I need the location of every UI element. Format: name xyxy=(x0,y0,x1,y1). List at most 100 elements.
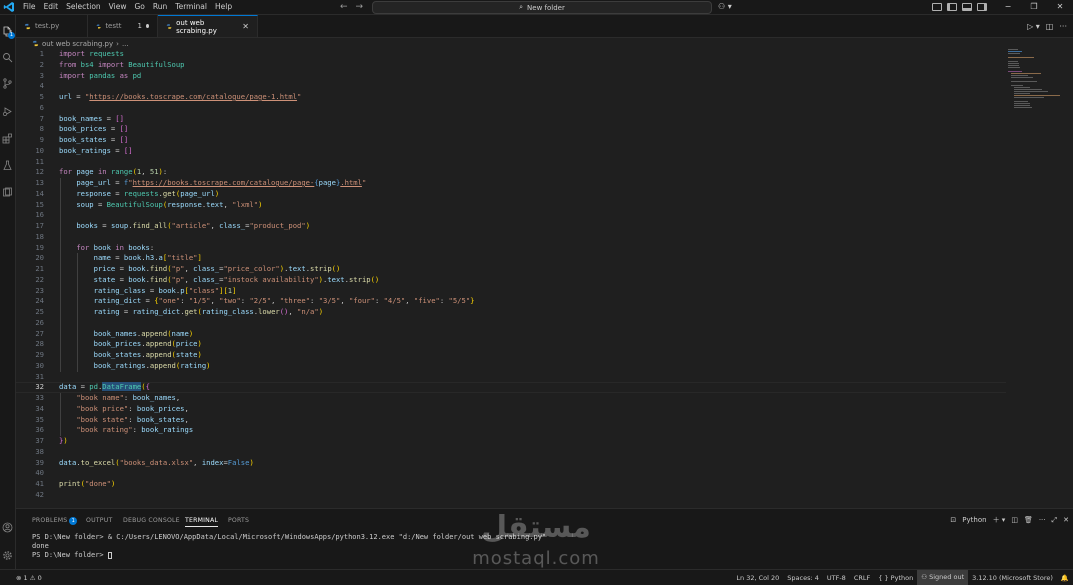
account-status[interactable]: ⚇ Signed out xyxy=(917,570,968,585)
code-line[interactable]: 2from bs4 import BeautifulSoup xyxy=(16,60,1006,71)
split-terminal-icon[interactable]: ◫ xyxy=(1011,516,1018,524)
customize-layout-icon[interactable] xyxy=(932,3,942,11)
remote-explorer-icon[interactable] xyxy=(2,187,13,198)
terminal-line[interactable]: PS D:\New folder> xyxy=(32,551,112,559)
panel-tab-output[interactable]: OUTPUT xyxy=(86,517,112,524)
terminal-kind-label[interactable]: Python xyxy=(962,516,986,524)
menu-selection[interactable]: Selection xyxy=(62,0,105,14)
code-line[interactable]: 12for page in range(1, 51): xyxy=(16,167,1006,178)
menu-edit[interactable]: Edit xyxy=(40,0,63,14)
line-ending[interactable]: CRLF xyxy=(850,574,874,582)
menu-terminal[interactable]: Terminal xyxy=(171,0,211,14)
code-line[interactable]: 4 xyxy=(16,81,1006,92)
kill-terminal-icon[interactable]: 🗑 xyxy=(1024,516,1033,524)
code-line[interactable]: 31 xyxy=(16,372,1006,383)
testing-flask-icon[interactable] xyxy=(2,160,13,171)
toggle-primary-sidebar-icon[interactable] xyxy=(947,3,957,11)
code-line[interactable]: 18 xyxy=(16,232,1006,243)
code-line[interactable]: 22 state = book.find("p", class_="instoc… xyxy=(16,275,1006,286)
tab-test-py[interactable]: test.py xyxy=(16,15,88,37)
code-line[interactable]: 23 rating_class = book.p["class"][1] xyxy=(16,286,1006,297)
code-line[interactable]: 41print("done") xyxy=(16,479,1006,490)
code-line[interactable]: 26 xyxy=(16,318,1006,329)
tab-testt[interactable]: testt 1 xyxy=(88,15,158,37)
panel-tab-ports[interactable]: PORTS xyxy=(228,517,249,524)
code-line[interactable]: 42 xyxy=(16,490,1006,501)
close-panel-icon[interactable]: ✕ xyxy=(1063,516,1069,524)
language-mode[interactable]: { } Python xyxy=(874,574,917,582)
more-actions-icon[interactable]: ··· xyxy=(1059,22,1067,31)
code-line[interactable]: 9book_states = [] xyxy=(16,135,1006,146)
accounts-icon[interactable] xyxy=(2,522,13,533)
code-line[interactable]: 33 "book name": book_names, xyxy=(16,393,1006,404)
code-line[interactable]: 7book_names = [] xyxy=(16,114,1006,125)
restore-button[interactable]: ❐ xyxy=(1021,0,1047,14)
code-line[interactable]: 19 for book in books: xyxy=(16,243,1006,254)
code-line[interactable]: 25 rating = rating_dict.get(rating_class… xyxy=(16,307,1006,318)
code-line[interactable]: 17 books = soup.find_all("article", clas… xyxy=(16,221,1006,232)
command-center-search[interactable]: ⌕ New folder xyxy=(372,1,712,14)
back-arrow-icon[interactable]: ← xyxy=(340,2,348,12)
code-line[interactable]: 14 response = requests.get(page_url) xyxy=(16,189,1006,200)
code-line[interactable]: 37}) xyxy=(16,436,1006,447)
minimap[interactable] xyxy=(1008,49,1066,109)
code-line[interactable]: 35 "book state": book_states, xyxy=(16,415,1006,426)
code-line[interactable]: 15 soup = BeautifulSoup(response.text, "… xyxy=(16,200,1006,211)
menu-go[interactable]: Go xyxy=(130,0,148,14)
extensions-icon[interactable] xyxy=(2,133,13,144)
close-window-button[interactable]: ✕ xyxy=(1047,0,1073,14)
code-line[interactable]: 5url = "https://books.toscrape.com/catal… xyxy=(16,92,1006,103)
code-line[interactable]: 32data = pd.DataFrame({ xyxy=(16,382,1006,393)
code-line[interactable]: 39data.to_excel("books_data.xlsx", index… xyxy=(16,458,1006,469)
run-debug-icon[interactable] xyxy=(2,106,13,117)
code-line[interactable]: 28 book_prices.append(price) xyxy=(16,339,1006,350)
code-line[interactable]: 16 xyxy=(16,210,1006,221)
code-line[interactable]: 20 name = book.h3.a["title"] xyxy=(16,253,1006,264)
unsaved-dot-icon[interactable] xyxy=(146,24,149,28)
code-line[interactable]: 1import requests xyxy=(16,49,1006,60)
code-line[interactable]: 30 book_ratings.append(rating) xyxy=(16,361,1006,372)
breadcrumb-symbol[interactable]: ... xyxy=(122,40,129,48)
problems-status[interactable]: ⊗ 1 ⚠ 0 xyxy=(0,574,46,582)
code-line[interactable]: 11 xyxy=(16,157,1006,168)
indentation[interactable]: Spaces: 4 xyxy=(783,574,823,582)
menu-run[interactable]: Run xyxy=(149,0,171,14)
menu-help[interactable]: Help xyxy=(211,0,236,14)
encoding[interactable]: UTF-8 xyxy=(823,574,850,582)
tab-out-web-scrabing-py[interactable]: out web scrabing.py ✕ xyxy=(158,15,258,37)
panel-tab-problems[interactable]: PROBLEMS1 xyxy=(32,517,77,525)
close-tab-icon[interactable]: ✕ xyxy=(242,22,249,31)
code-line[interactable]: 36 "book rating": book_ratings xyxy=(16,425,1006,436)
toggle-panel-icon[interactable] xyxy=(962,3,972,11)
code-line[interactable]: 8book_prices = [] xyxy=(16,124,1006,135)
code-line[interactable]: 6 xyxy=(16,103,1006,114)
code-line[interactable]: 24 rating_dict = {"one": "1/5", "two": "… xyxy=(16,296,1006,307)
code-line[interactable]: 40 xyxy=(16,468,1006,479)
run-python-file-icon[interactable]: ▷ ▾ xyxy=(1027,22,1040,31)
toggle-secondary-sidebar-icon[interactable] xyxy=(977,3,987,11)
code-editor[interactable]: 1import requests2from bs4 import Beautif… xyxy=(16,49,1073,507)
menu-view[interactable]: View xyxy=(105,0,131,14)
source-control-icon[interactable] xyxy=(2,78,13,89)
menu-file[interactable]: File xyxy=(19,0,40,14)
new-terminal-icon[interactable]: ＋ ▾ xyxy=(993,515,1006,525)
breadcrumb-file[interactable]: out web scrabing.py xyxy=(42,40,113,48)
panel-tab-terminal[interactable]: TERMINAL xyxy=(185,517,218,527)
code-line[interactable]: 34 "book price": book_prices, xyxy=(16,404,1006,415)
code-line[interactable]: 10book_ratings = [] xyxy=(16,146,1006,157)
code-line[interactable]: 21 price = book.find("p", class_="price_… xyxy=(16,264,1006,275)
more-icon[interactable]: ··· xyxy=(1039,516,1046,524)
notifications-bell-icon[interactable]: 🔔 xyxy=(1057,574,1073,582)
code-line[interactable]: 3import pandas as pd xyxy=(16,71,1006,82)
code-line[interactable]: 29 book_states.append(state) xyxy=(16,350,1006,361)
cursor-position[interactable]: Ln 32, Col 20 xyxy=(732,574,783,582)
code-line[interactable]: 38 xyxy=(16,447,1006,458)
settings-gear-icon[interactable] xyxy=(2,550,13,561)
split-editor-icon[interactable]: ◫ xyxy=(1046,22,1054,31)
maximize-panel-icon[interactable]: ⤢ xyxy=(1052,516,1058,525)
code-line[interactable]: 27 book_names.append(name) xyxy=(16,329,1006,340)
copilot-icon[interactable]: ⚇ ▾ xyxy=(718,2,732,11)
python-interpreter[interactable]: 3.12.10 (Microsoft Store) xyxy=(968,574,1057,582)
minimize-button[interactable]: − xyxy=(995,0,1021,14)
forward-arrow-icon[interactable]: → xyxy=(356,2,364,12)
